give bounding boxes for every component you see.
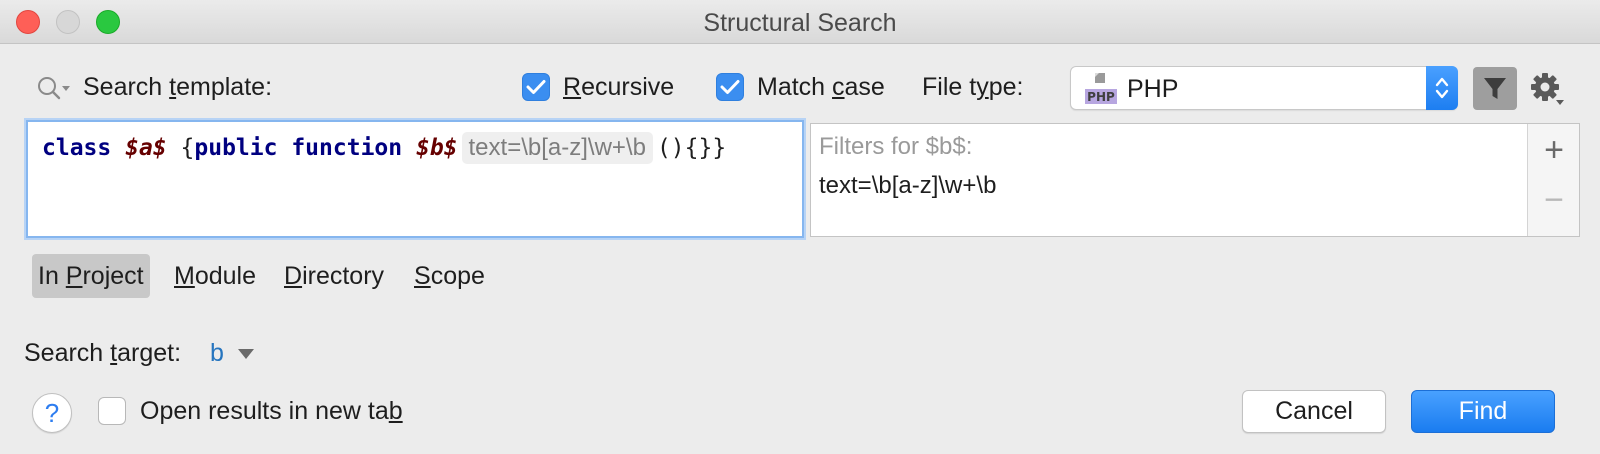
scope-tab-scope[interactable]: Scope (408, 254, 491, 298)
search-target-select[interactable]: b (210, 339, 255, 368)
search-target-label: Search target: (24, 339, 182, 367)
php-file-icon: PHP (1085, 73, 1117, 104)
check-icon (526, 80, 546, 94)
gear-icon[interactable] (1530, 72, 1566, 108)
match-case-label[interactable]: Match case (757, 73, 885, 102)
keyword-public: public (194, 135, 278, 161)
code-brace: { (180, 135, 195, 161)
find-button[interactable]: Find (1411, 390, 1555, 433)
search-template-editor[interactable]: class $a$ {public function $b$ text=\b[a-… (26, 120, 804, 238)
file-type-label: File type: (922, 73, 1024, 101)
minus-icon[interactable]: − (1528, 174, 1580, 226)
search-icon[interactable] (36, 75, 72, 101)
filter-text-value[interactable]: text=\b[a-z]\w+\b (819, 172, 996, 200)
check-icon (720, 80, 740, 94)
help-button[interactable]: ? (32, 393, 72, 433)
code-tail: (){}} (656, 135, 727, 161)
filters-toolbar: + − (1527, 124, 1579, 236)
scope-tab-in-project[interactable]: In Project (32, 254, 150, 298)
title-bar: Structural Search (0, 0, 1600, 44)
filters-title: Filters for $b$: (819, 133, 973, 160)
window-title: Structural Search (703, 9, 897, 37)
search-target-value: b (210, 339, 224, 367)
updown-arrow-icon[interactable] (1426, 66, 1458, 110)
filter-inlay-hint[interactable]: text=\b[a-z]\w+\b (461, 132, 653, 164)
structural-search-dialog: Structural Search Search template: Recur… (0, 0, 1600, 454)
template-variable-a[interactable]: $a$ (125, 135, 167, 161)
dropdown-arrow-icon (237, 349, 254, 360)
svg-text:PHP: PHP (1087, 90, 1115, 104)
template-code: class $a$ {public function $b$ text=\b[a-… (42, 132, 726, 164)
filter-toggle-button[interactable] (1473, 67, 1517, 110)
match-case-checkbox[interactable] (716, 73, 744, 101)
scope-tab-module[interactable]: Module (168, 254, 262, 298)
scope-tab-directory[interactable]: Directory (278, 254, 390, 298)
plus-icon[interactable]: + (1528, 124, 1580, 176)
recursive-label[interactable]: Recursive (563, 73, 674, 102)
template-variable-b[interactable]: $b$ (416, 135, 458, 161)
keyword-function: function (291, 135, 403, 161)
search-template-label: Search template: (83, 73, 273, 101)
file-type-select[interactable]: PHP PHP (1070, 66, 1458, 110)
keyword-class: class (42, 135, 112, 161)
open-results-new-tab-checkbox[interactable] (98, 397, 126, 425)
filter-icon (1484, 77, 1506, 99)
cancel-button[interactable]: Cancel (1242, 390, 1386, 433)
file-type-value: PHP (1127, 75, 1179, 103)
filters-panel: Filters for $b$: text=\b[a-z]\w+\b + − (810, 123, 1580, 237)
open-results-new-tab-label[interactable]: Open results in new tab (140, 397, 403, 426)
recursive-checkbox[interactable] (522, 73, 550, 101)
